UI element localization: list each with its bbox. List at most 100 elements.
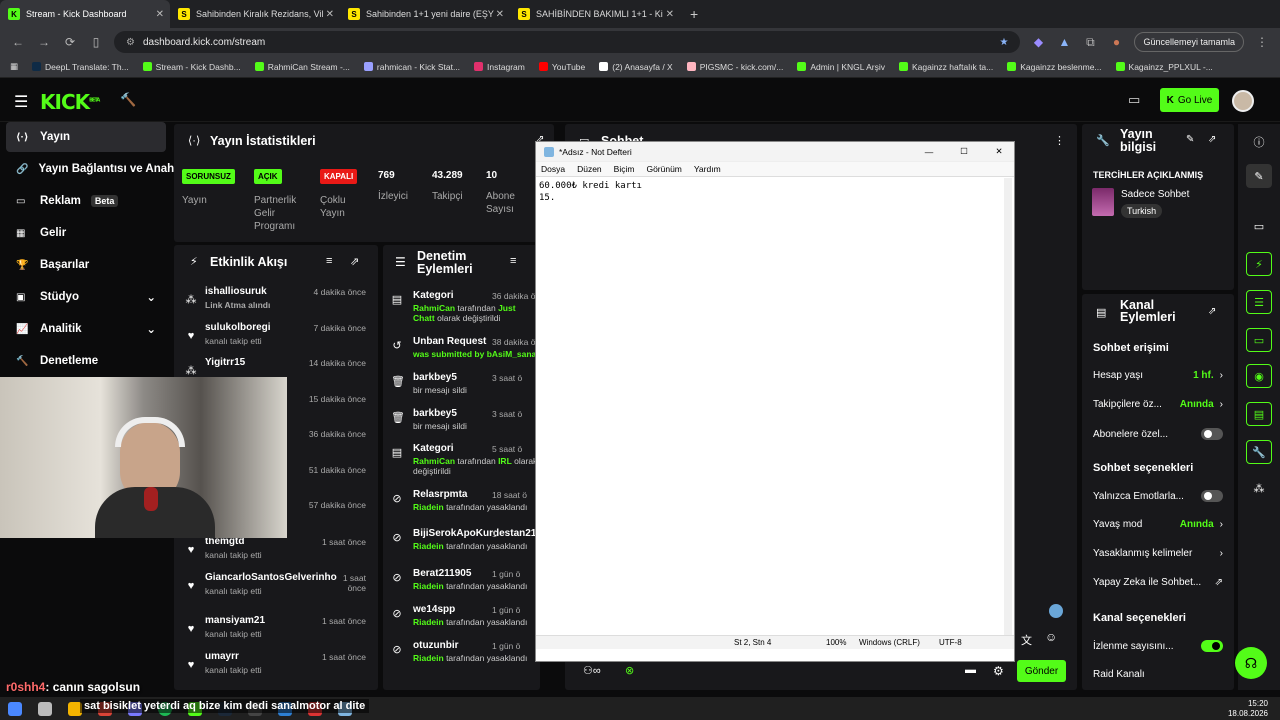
update-button[interactable]: Güncellemeyi tamamla: [1134, 32, 1244, 52]
close-icon[interactable]: ✕: [326, 9, 334, 20]
chat-icon[interactable]: ▭: [1246, 328, 1272, 352]
setting-control[interactable]: Anında ›: [1180, 519, 1223, 530]
popout-icon[interactable]: ⇗: [1208, 134, 1216, 145]
close-icon[interactable]: ✕: [984, 146, 1014, 157]
bookmark-item[interactable]: Kagainzz beslenme...: [1007, 62, 1102, 72]
clock[interactable]: 15:20 18.08.2026: [1228, 699, 1268, 719]
sidebar-item-7[interactable]: 🔨 Denetleme: [6, 346, 166, 376]
browser-tab[interactable]: K Stream - Kick Dashboard ✕: [0, 0, 170, 28]
sidebar-item-6[interactable]: 📈 Analitik ⌄: [6, 314, 166, 344]
moderation-target[interactable]: we14spp: [413, 604, 455, 615]
browser-tab[interactable]: S Sahibinden Kiralık Rezidans, Vil ✕: [170, 0, 340, 28]
moderation-target[interactable]: Kategori: [413, 290, 454, 301]
event-username[interactable]: GiancarloSantosGelverinho: [205, 572, 337, 583]
list-icon[interactable]: ☰: [1246, 290, 1272, 314]
channel-icon[interactable]: ▤: [1246, 402, 1272, 426]
moderation-target[interactable]: Kategori: [413, 443, 454, 454]
lightning-icon[interactable]: ⚡: [1246, 252, 1272, 276]
sidebar-item-3[interactable]: ▦ Gelir: [6, 218, 166, 248]
send-button[interactable]: Gönder: [1017, 660, 1066, 682]
info-icon[interactable]: ⓘ: [1246, 130, 1272, 154]
sidepanel-icon[interactable]: ▯: [88, 35, 104, 49]
setting-control[interactable]: [1201, 428, 1223, 440]
translate-icon[interactable]: 文: [1021, 632, 1032, 648]
notepad-menu-item[interactable]: Dosya: [541, 164, 565, 174]
filter-icon[interactable]: ≡: [326, 255, 332, 267]
channel-setting-row[interactable]: Yasaklanmış kelimeler ›: [1093, 548, 1223, 559]
close-icon[interactable]: ✕: [666, 9, 674, 20]
sidebar-item-2[interactable]: ▭ Reklam Beta: [6, 186, 166, 216]
edit-icon[interactable]: ✎: [1186, 134, 1194, 145]
bookmark-star-icon[interactable]: ★: [999, 37, 1008, 48]
setting-control[interactable]: [1201, 490, 1223, 502]
notepad-text-area[interactable]: 60.000₺ kredi kartı 15.: [536, 176, 1014, 635]
notepad-menu-item[interactable]: Biçim: [614, 164, 635, 174]
user-avatar[interactable]: [1232, 90, 1254, 112]
bookmark-item[interactable]: RahmiCan Stream -...: [254, 62, 350, 72]
bookmark-item[interactable]: YouTube: [538, 62, 585, 72]
event-username[interactable]: sulukolboregi: [205, 322, 271, 333]
chat-bubble-icon[interactable]: ▬: [965, 664, 976, 676]
setting-control[interactable]: Anında ›: [1180, 399, 1223, 410]
more-options-icon[interactable]: ⋮: [1054, 134, 1065, 147]
toggle-switch[interactable]: [1201, 640, 1223, 652]
popout-icon[interactable]: ⇗: [1208, 306, 1216, 317]
sidebar-item-0[interactable]: ⟨·⟩ Yayın: [6, 122, 166, 152]
vertical-scrollbar[interactable]: [1004, 178, 1012, 637]
hamburger-menu-icon[interactable]: ☰: [14, 92, 28, 112]
extension-icon[interactable]: ▲: [1056, 35, 1072, 49]
display-icon[interactable]: ▭: [1128, 92, 1140, 108]
channel-setting-row[interactable]: Yalnızca Emotlarla...: [1093, 490, 1223, 502]
channel-setting-row[interactable]: Yapay Zeka ile Sohbet... ⇗: [1093, 577, 1223, 588]
bookmark-item[interactable]: Instagram: [474, 62, 525, 72]
event-username[interactable]: mansiyam21: [205, 615, 265, 626]
pen-icon[interactable]: ✎: [1246, 164, 1272, 188]
bookmark-item[interactable]: rahmican - Kick Stat...: [363, 62, 460, 72]
moderation-target[interactable]: barkbey5: [413, 372, 457, 383]
notepad-menu-item[interactable]: Yardım: [694, 164, 721, 174]
emoji-icon[interactable]: ☺: [1045, 630, 1057, 644]
kick-logo[interactable]: KICKBETA: [40, 90, 100, 114]
channel-setting-row[interactable]: Yavaş mod Anında ›: [1093, 519, 1223, 530]
windows-start-icon[interactable]: [8, 701, 22, 716]
tools-icon[interactable]: 🔨: [120, 92, 136, 108]
setting-control[interactable]: ⇗: [1215, 577, 1223, 588]
bookmark-item[interactable]: Kagainzz haftalık ta...: [898, 62, 993, 72]
url-field[interactable]: ⚙ dashboard.kick.com/stream ★: [114, 31, 1021, 53]
channel-setting-row[interactable]: Raid Kanalı: [1093, 669, 1223, 680]
browser-tab[interactable]: S SAHİBİNDEN BAKIMLI 1+1 - Ki ✕: [510, 0, 680, 28]
minimize-icon[interactable]: —: [914, 147, 944, 157]
event-username[interactable]: umayrr: [205, 651, 239, 662]
channel-setting-row[interactable]: Takipçilere öz... Anında ›: [1093, 399, 1223, 410]
chevron-down-icon[interactable]: ⌄: [146, 322, 156, 336]
channel-setting-row[interactable]: Hesap yaşı 1 hf. ›: [1093, 370, 1223, 381]
moderation-target[interactable]: otuzunbir: [413, 640, 459, 651]
close-icon[interactable]: ✕: [156, 9, 164, 20]
bookmark-item[interactable]: (2) Anasayfa / X: [599, 62, 673, 72]
broadcast-icon[interactable]: ◉: [1246, 364, 1272, 388]
toggle-switch[interactable]: [1201, 428, 1223, 440]
moderation-target[interactable]: Unban Request: [413, 336, 486, 347]
search-icon[interactable]: [38, 701, 52, 716]
close-icon[interactable]: ✕: [496, 9, 504, 20]
bookmark-item[interactable]: Kagainzz_PPLXUL -...: [1115, 62, 1213, 72]
popout-icon[interactable]: ⇗: [350, 255, 359, 268]
profile-avatar-icon[interactable]: ●: [1108, 35, 1124, 49]
setting-control[interactable]: 1 hf. ›: [1193, 370, 1223, 381]
notepad-menu-item[interactable]: Düzen: [577, 164, 602, 174]
chevron-down-icon[interactable]: ⌄: [146, 290, 156, 304]
reload-icon[interactable]: ⟳: [62, 35, 78, 49]
bookmark-item[interactable]: Admin | KNGL Arşiv: [797, 62, 885, 72]
forward-icon[interactable]: →: [36, 35, 52, 49]
users-icon[interactable]: ⚇∞: [583, 664, 601, 677]
apps-grid-icon[interactable]: ▦: [10, 61, 18, 72]
sidebar-item-1[interactable]: 🔗 Yayın Bağlantısı ve Anahtar: [6, 154, 189, 184]
moderation-target[interactable]: Berat211905: [413, 568, 471, 579]
menu-icon[interactable]: ⋮: [1254, 35, 1270, 49]
support-button[interactable]: ☊: [1235, 647, 1267, 679]
moderation-target[interactable]: Relasrpmta: [413, 489, 467, 500]
bookmark-item[interactable]: DeepL Translate: Th...: [32, 62, 129, 72]
sidebar-item-4[interactable]: 🏆 Başarılar: [6, 250, 166, 280]
filter-icon[interactable]: ≡: [510, 255, 516, 267]
sidebar-item-5[interactable]: ▣ Stüdyo ⌄: [6, 282, 166, 312]
